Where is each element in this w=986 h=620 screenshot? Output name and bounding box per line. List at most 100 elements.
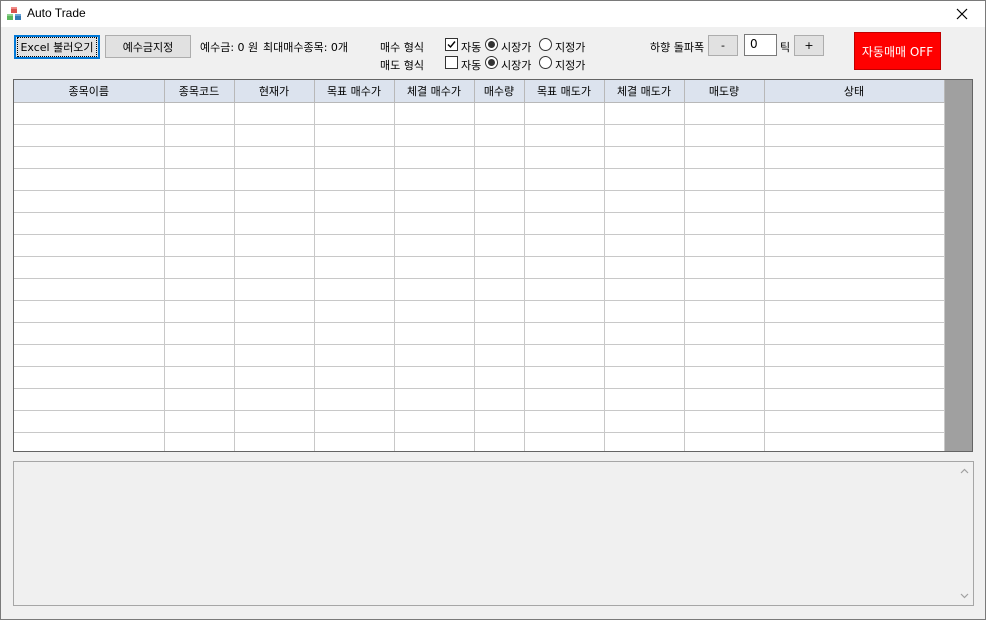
scroll-up-icon[interactable] (960, 467, 969, 476)
table-cell[interactable] (14, 366, 165, 389)
table-cell[interactable] (604, 410, 685, 433)
table-cell[interactable] (474, 256, 525, 279)
table-cell[interactable] (604, 388, 685, 411)
table-cell[interactable] (474, 432, 525, 451)
table-cell[interactable] (314, 146, 395, 169)
table-cell[interactable] (14, 322, 165, 345)
table-cell[interactable] (474, 212, 525, 235)
table-cell[interactable] (234, 278, 315, 301)
table-cell[interactable] (314, 190, 395, 213)
table-cell[interactable] (684, 146, 765, 169)
table-cell[interactable] (314, 344, 395, 367)
column-header[interactable]: 매도량 (684, 80, 765, 103)
table-cell[interactable] (394, 322, 475, 345)
table-cell[interactable] (394, 124, 475, 147)
table-cell[interactable] (474, 146, 525, 169)
table-cell[interactable] (474, 322, 525, 345)
table-cell[interactable] (234, 388, 315, 411)
table-cell[interactable] (764, 146, 945, 169)
table-cell[interactable] (524, 168, 605, 191)
table-cell[interactable] (314, 432, 395, 451)
table-cell[interactable] (604, 432, 685, 451)
close-button[interactable] (939, 1, 985, 27)
column-header[interactable]: 종목이름 (14, 80, 165, 103)
table-cell[interactable] (164, 366, 235, 389)
table-row[interactable] (14, 190, 945, 213)
table-row[interactable] (14, 234, 945, 257)
table-cell[interactable] (164, 102, 235, 125)
table-cell[interactable] (764, 278, 945, 301)
table-cell[interactable] (524, 234, 605, 257)
table-cell[interactable] (524, 212, 605, 235)
table-cell[interactable] (314, 410, 395, 433)
table-cell[interactable] (14, 300, 165, 323)
table-cell[interactable] (684, 410, 765, 433)
table-cell[interactable] (604, 278, 685, 301)
table-cell[interactable] (764, 212, 945, 235)
table-cell[interactable] (684, 256, 765, 279)
table-cell[interactable] (684, 102, 765, 125)
table-cell[interactable] (524, 344, 605, 367)
table-row[interactable] (14, 366, 945, 389)
table-row[interactable] (14, 432, 945, 451)
table-cell[interactable] (394, 432, 475, 451)
table-cell[interactable] (314, 212, 395, 235)
table-row[interactable] (14, 168, 945, 191)
table-row[interactable] (14, 102, 945, 125)
tick-minus-button[interactable]: - (708, 35, 738, 56)
table-cell[interactable] (604, 168, 685, 191)
table-cell[interactable] (234, 344, 315, 367)
table-cell[interactable] (394, 234, 475, 257)
table-cell[interactable] (604, 102, 685, 125)
table-cell[interactable] (474, 124, 525, 147)
table-cell[interactable] (764, 410, 945, 433)
table-cell[interactable] (764, 124, 945, 147)
table-row[interactable] (14, 344, 945, 367)
table-row[interactable] (14, 410, 945, 433)
table-cell[interactable] (234, 366, 315, 389)
table-cell[interactable] (164, 278, 235, 301)
table-cell[interactable] (604, 234, 685, 257)
table-cell[interactable] (14, 344, 165, 367)
table-cell[interactable] (394, 256, 475, 279)
table-cell[interactable] (604, 366, 685, 389)
table-cell[interactable] (474, 168, 525, 191)
table-cell[interactable] (684, 234, 765, 257)
table-cell[interactable] (474, 388, 525, 411)
table-cell[interactable] (474, 410, 525, 433)
table-cell[interactable] (474, 344, 525, 367)
table-cell[interactable] (234, 212, 315, 235)
table-cell[interactable] (524, 432, 605, 451)
table-cell[interactable] (164, 410, 235, 433)
table-cell[interactable] (474, 366, 525, 389)
table-cell[interactable] (164, 322, 235, 345)
table-cell[interactable] (524, 102, 605, 125)
table-row[interactable] (14, 278, 945, 301)
table-cell[interactable] (314, 278, 395, 301)
table-cell[interactable] (234, 410, 315, 433)
table-cell[interactable] (394, 344, 475, 367)
table-cell[interactable] (524, 124, 605, 147)
table-cell[interactable] (524, 366, 605, 389)
table-cell[interactable] (684, 212, 765, 235)
scroll-down-icon[interactable] (960, 591, 969, 600)
table-cell[interactable] (164, 124, 235, 147)
table-cell[interactable] (394, 212, 475, 235)
table-cell[interactable] (164, 344, 235, 367)
log-scrollbar[interactable] (956, 462, 973, 605)
table-cell[interactable] (604, 124, 685, 147)
buy-auto-checkbox[interactable] (445, 38, 458, 51)
tick-plus-button[interactable]: + (794, 35, 824, 56)
sell-auto-checkbox[interactable] (445, 56, 458, 69)
table-cell[interactable] (234, 146, 315, 169)
table-cell[interactable] (604, 300, 685, 323)
table-cell[interactable] (524, 410, 605, 433)
column-header[interactable]: 목표 매수가 (314, 80, 395, 103)
table-cell[interactable] (314, 388, 395, 411)
table-row[interactable] (14, 300, 945, 323)
table-cell[interactable] (604, 322, 685, 345)
table-cell[interactable] (234, 234, 315, 257)
table-cell[interactable] (314, 366, 395, 389)
table-cell[interactable] (234, 124, 315, 147)
table-cell[interactable] (164, 234, 235, 257)
